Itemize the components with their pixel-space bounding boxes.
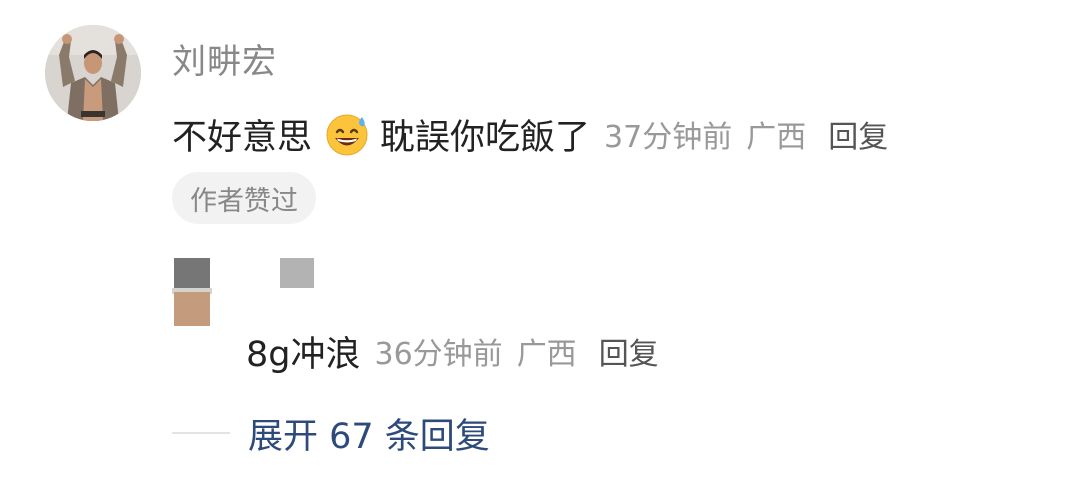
comment-body: 不好意思 耽誤你吃飯了 37分钟前 广西 回复 <box>172 108 888 160</box>
comment-text-part2: 耽誤你吃飯了 <box>380 117 591 158</box>
author-photo-icon <box>45 25 141 121</box>
reply-text: 8g冲浪 <box>246 334 361 375</box>
reply-avatar[interactable] <box>172 258 212 326</box>
expand-replies-row: 展开 67 条回复 <box>172 408 490 458</box>
reply-location: 广西 <box>516 337 577 372</box>
reply-to-reply-button[interactable]: 回复 <box>599 329 659 373</box>
expand-replies-button[interactable]: 展开 67 条回复 <box>248 408 490 459</box>
author-name[interactable]: 刘畊宏 <box>172 34 277 83</box>
reply-time: 36分钟前 <box>374 337 503 372</box>
comment-text-part1: 不好意思 <box>172 117 313 158</box>
grinning-sweat-emoji-icon <box>324 111 370 157</box>
author-liked-badge: 作者赞过 <box>172 172 316 224</box>
reply-body: 8g冲浪 36分钟前 广西 回复 <box>246 326 659 376</box>
reply-author-name-blurred <box>280 258 314 288</box>
reply-button[interactable]: 回复 <box>828 112 888 156</box>
divider <box>172 432 230 434</box>
comment-time: 37分钟前 <box>604 120 733 155</box>
comment-location: 广西 <box>746 120 807 155</box>
comment-thread: 刘畊宏 不好意思 耽誤你吃飯了 37分钟前 广西 回复 作者赞过 8g冲浪 36… <box>0 0 1078 500</box>
avatar[interactable] <box>45 25 141 121</box>
